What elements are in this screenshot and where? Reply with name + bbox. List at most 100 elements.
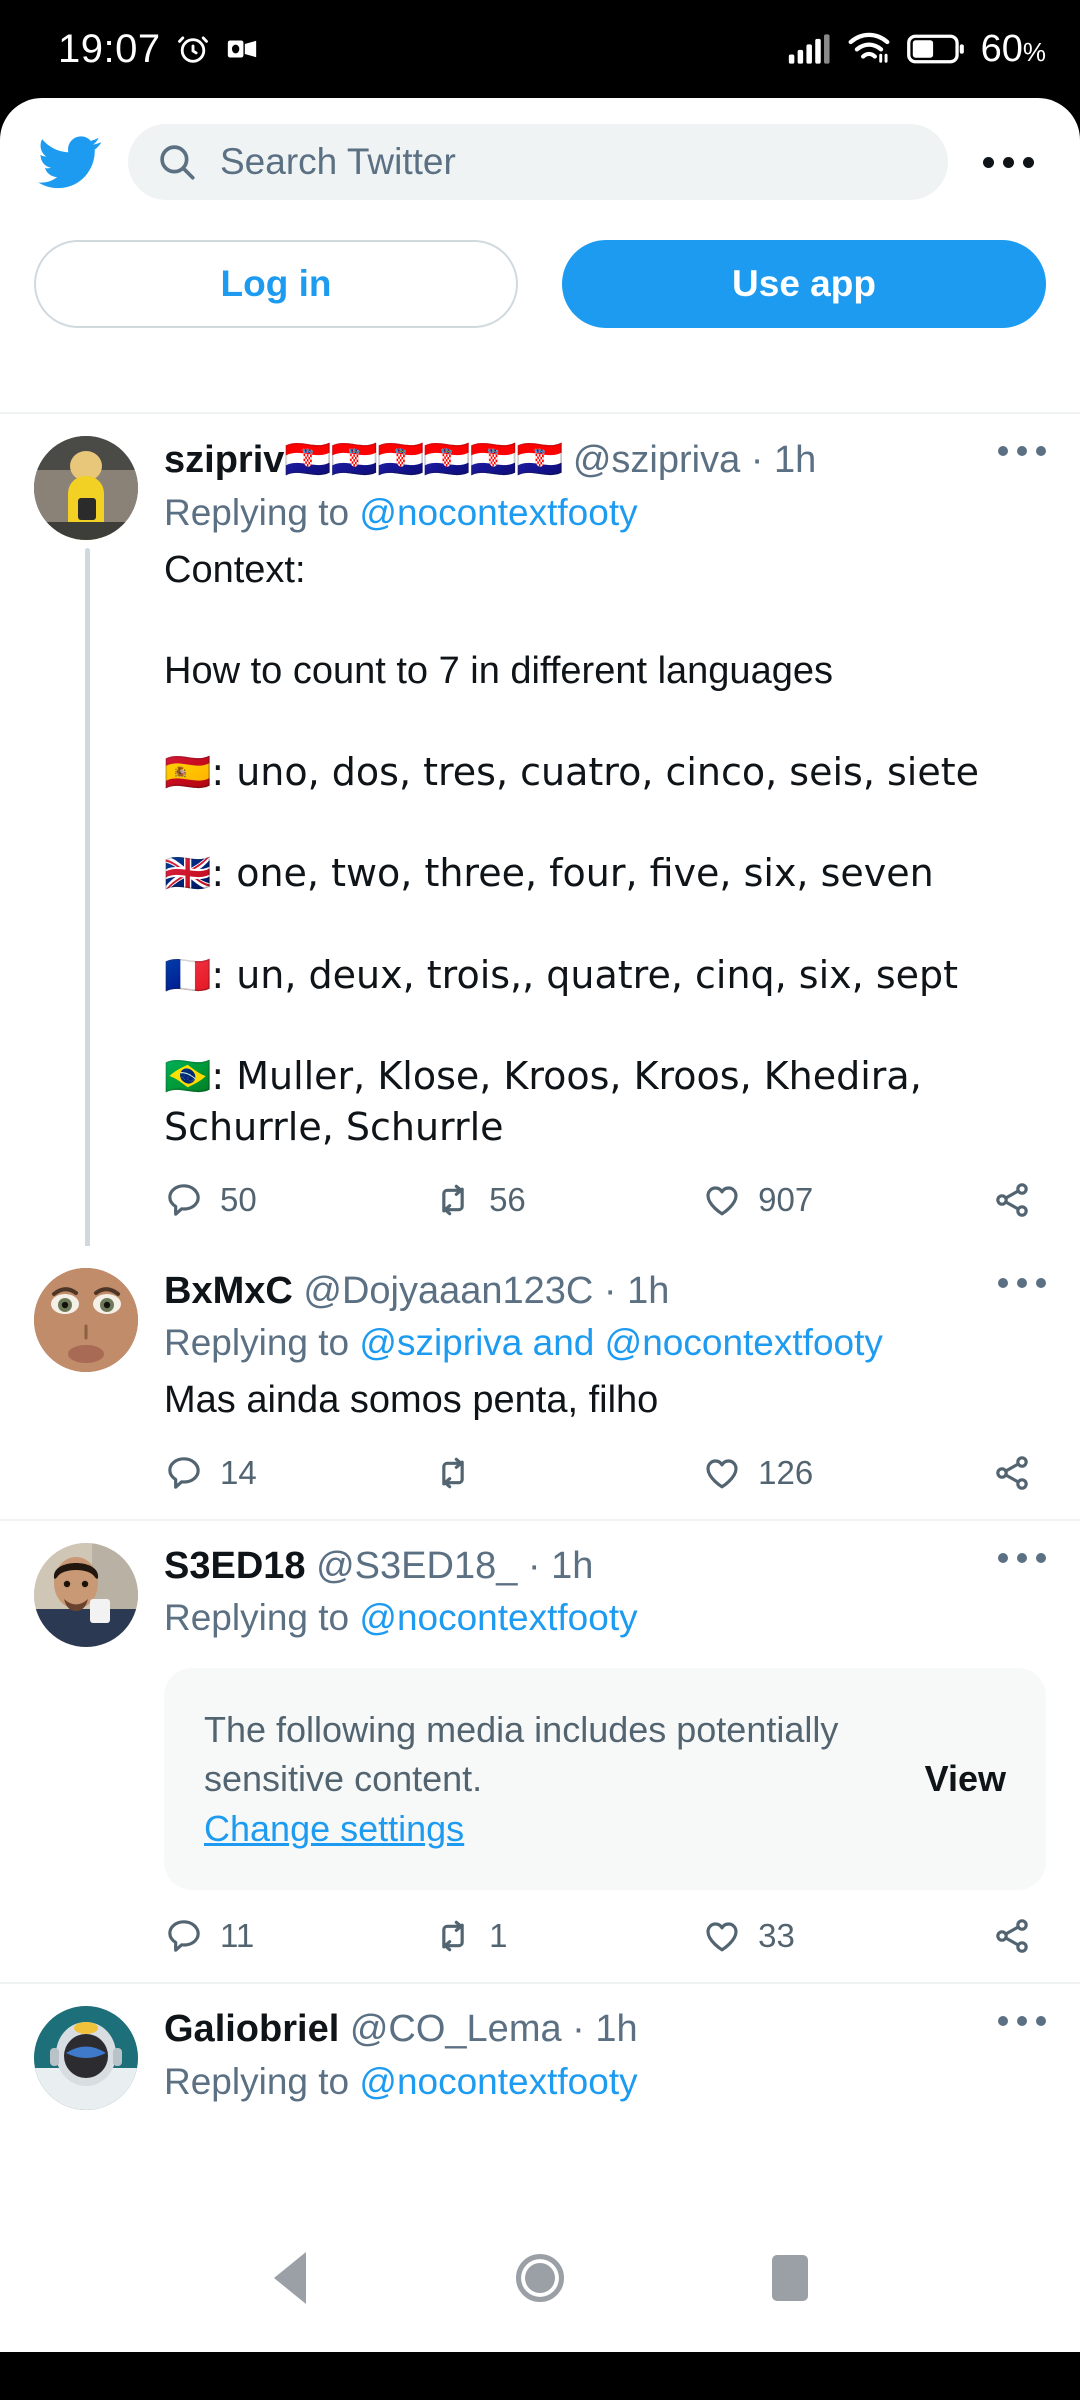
avatar[interactable]: [34, 1542, 138, 1647]
android-navigation-bar: [0, 2204, 1080, 2352]
home-circle-icon: [516, 2254, 564, 2302]
retweet-button[interactable]: [433, 1453, 702, 1493]
replying-to-line: Replying to @nocontextfooty: [164, 489, 1046, 537]
author-display-name[interactable]: BxMxC: [164, 1270, 293, 1312]
tweet-line: 🇫🇷: un, deux, trois,, quatre, cinq, six,…: [164, 952, 959, 997]
reply-button[interactable]: 11: [164, 1916, 433, 1956]
reply-icon: [164, 1916, 204, 1956]
replying-to-handle[interactable]: @szipriva and @nocontextfooty: [359, 1322, 883, 1363]
timestamp[interactable]: 1h: [627, 1270, 669, 1312]
avatar-column: [34, 2006, 160, 2111]
replying-to-prefix: Replying to: [164, 1597, 360, 1639]
share-button[interactable]: [945, 1180, 1032, 1220]
author-display-name[interactable]: szipriv: [164, 439, 284, 481]
retweet-count: 56: [489, 1180, 526, 1218]
author-handle[interactable]: @S3ED18_: [316, 1545, 517, 1587]
outlook-icon: [225, 32, 259, 66]
status-bar-right: 60%: [787, 28, 1046, 71]
reply-button[interactable]: 14: [164, 1453, 433, 1493]
replying-to-line: Replying to @nocontextfooty: [164, 1594, 1046, 1642]
tweet-author-line: Galiobriel @CO_Lema · 1h: [164, 2006, 966, 2054]
replying-to-handle[interactable]: @nocontextfooty: [359, 1597, 637, 1638]
author-display-name[interactable]: Galiobriel: [164, 2008, 339, 2050]
recents-button[interactable]: [665, 2255, 915, 2301]
tweet-body: szipriv🇭🇷🇭🇷🇭🇷🇭🇷🇭🇷🇭🇷 @szipriva · 1h Reply…: [160, 436, 1046, 1246]
like-button[interactable]: 907: [702, 1180, 945, 1220]
separator-dot: ·: [603, 1269, 617, 1312]
tweet-item[interactable]: szipriv🇭🇷🇭🇷🇭🇷🇭🇷🇭🇷🇭🇷 @szipriva · 1h Reply…: [0, 414, 1080, 1268]
tweet-more-button[interactable]: [966, 1543, 1046, 1563]
login-button[interactable]: Log in: [34, 240, 518, 328]
back-button[interactable]: [165, 2252, 415, 2304]
retweet-icon: [433, 1916, 473, 1956]
author-flags: 🇭🇷🇭🇷🇭🇷🇭🇷🇭🇷🇭🇷: [284, 437, 563, 481]
tweet-more-icon: [998, 446, 1046, 456]
reply-icon: [164, 1180, 204, 1220]
use-app-button[interactable]: Use app: [562, 240, 1046, 328]
tweet-line: 🇪🇸: uno, dos, tres, cuatro, cinco, seis,…: [164, 750, 980, 795]
timestamp[interactable]: 1h: [551, 1545, 593, 1587]
sensitive-notice-text: The following media includes potentially…: [204, 1705, 897, 1854]
top-section-spacer: [0, 328, 1080, 412]
tweet-item[interactable]: S3ED18 @S3ED18_ · 1h Replying to @nocont…: [0, 1520, 1080, 1983]
sensitive-notice-message: The following media includes potentially…: [204, 1708, 839, 1800]
avatar-column: [34, 1542, 160, 1983]
replying-to-handle[interactable]: @nocontextfooty: [359, 492, 637, 533]
avatar[interactable]: [34, 1267, 138, 1372]
search-icon: [156, 141, 198, 183]
share-icon: [992, 1453, 1032, 1493]
tweet-line: 🇬🇧: one, two, three, four, five, six, se…: [164, 851, 934, 896]
avatar[interactable]: [34, 2006, 138, 2111]
tweet-line: Context:: [164, 548, 306, 591]
replying-to-line: Replying to @szipriva and @nocontextfoot…: [164, 1319, 1046, 1367]
tweet-item[interactable]: Galiobriel @CO_Lema · 1h Replying to @no…: [0, 1984, 1080, 2111]
view-media-button[interactable]: View: [897, 1758, 1006, 1800]
author-handle[interactable]: @szipriva: [573, 439, 740, 481]
search-input[interactable]: Search Twitter: [128, 124, 948, 200]
like-heart-icon: [702, 1916, 742, 1956]
tweet-actions: 50 56 907: [164, 1180, 1046, 1246]
author-display-name[interactable]: S3ED18: [164, 1545, 306, 1587]
reply-button[interactable]: 50: [164, 1180, 433, 1220]
tweet-more-icon: [998, 1552, 1046, 1563]
tweet-body: S3ED18 @S3ED18_ · 1h Replying to @nocont…: [160, 1543, 1046, 1983]
more-options-button[interactable]: [970, 156, 1046, 168]
home-button[interactable]: [415, 2254, 665, 2302]
like-heart-icon: [702, 1180, 742, 1220]
change-settings-link[interactable]: Change settings: [204, 1804, 897, 1854]
back-triangle-icon: [274, 2252, 306, 2304]
like-button[interactable]: 33: [702, 1916, 945, 1956]
like-button[interactable]: 126: [702, 1453, 945, 1493]
avatar-column: [34, 436, 160, 1268]
app-top-bar: Search Twitter: [0, 98, 1080, 226]
replying-to-line: Replying to @nocontextfooty: [164, 2058, 1046, 2106]
replying-to-prefix: Replying to: [164, 1322, 360, 1364]
like-heart-icon: [702, 1453, 742, 1493]
avatar[interactable]: [34, 436, 138, 540]
author-handle[interactable]: @CO_Lema: [350, 2008, 562, 2050]
tweet-item[interactable]: BxMxC @Dojyaaan123C · 1h Replying to @sz…: [0, 1245, 1080, 1519]
twitter-bird-logo[interactable]: [34, 126, 106, 198]
tweet-more-button[interactable]: [966, 2006, 1046, 2027]
timestamp[interactable]: 1h: [595, 2008, 637, 2050]
separator-dot: ·: [572, 2008, 585, 2051]
replying-to-handle[interactable]: @nocontextfooty: [359, 2061, 637, 2102]
retweet-button[interactable]: 56: [433, 1180, 702, 1220]
tweet-actions: 11 1 33: [164, 1916, 1046, 1982]
tweet-author-line: BxMxC @Dojyaaan123C · 1h: [164, 1268, 966, 1316]
retweet-button[interactable]: 1: [433, 1916, 702, 1956]
replying-to-prefix: Replying to: [164, 491, 360, 533]
tweet-more-button[interactable]: [966, 1268, 1046, 1288]
separator-dot: ·: [750, 439, 764, 481]
timestamp[interactable]: 1h: [774, 439, 816, 481]
recents-square-icon: [772, 2255, 808, 2301]
share-button[interactable]: [945, 1916, 1032, 1956]
status-bar-left: 19:07: [58, 27, 259, 72]
author-handle[interactable]: @Dojyaaan123C: [303, 1270, 593, 1312]
alarm-clock-icon: [175, 31, 211, 67]
share-button[interactable]: [945, 1453, 1032, 1493]
tweet-more-button[interactable]: [966, 436, 1046, 456]
